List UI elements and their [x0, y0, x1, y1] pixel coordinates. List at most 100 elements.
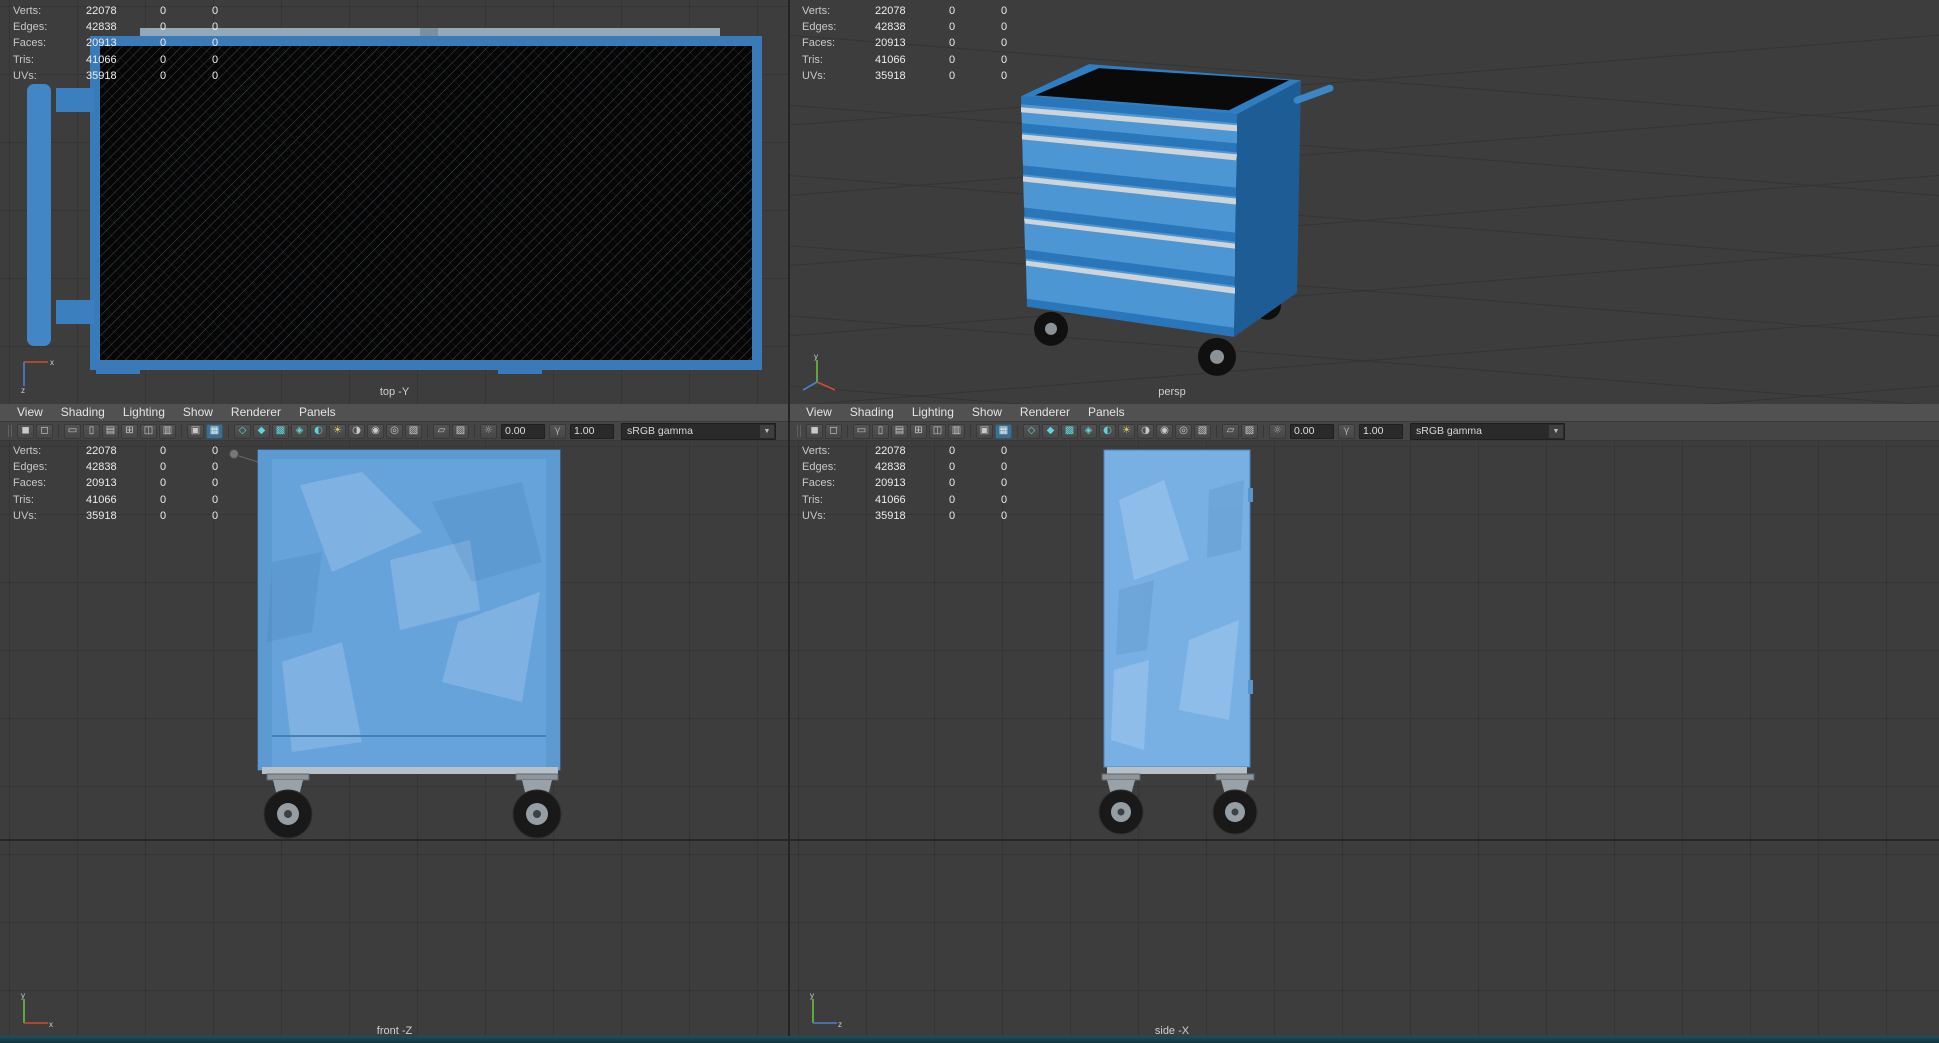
grid-toggle-icon[interactable]: ▦: [995, 423, 1012, 439]
motion-blur-icon[interactable]: ◎: [386, 423, 403, 439]
menu-renderer[interactable]: Renderer: [1011, 404, 1079, 421]
field-chart-icon[interactable]: ⊞: [910, 423, 927, 439]
menu-view[interactable]: View: [8, 404, 52, 421]
motion-blur-icon[interactable]: ◎: [1175, 423, 1192, 439]
exposure-field[interactable]: 0.00: [1290, 423, 1334, 439]
cart-tray-mat-cross: [100, 46, 752, 360]
grid-toggle-icon[interactable]: ▦: [206, 423, 223, 439]
wireframe-on-shaded-icon[interactable]: ◈: [1080, 423, 1097, 439]
bottom-strip: [0, 1036, 1939, 1043]
menu-panels[interactable]: Panels: [1079, 404, 1134, 421]
hud-value: 0: [949, 5, 956, 17]
colorspace-label: sRGB gamma: [1416, 425, 1482, 437]
menu-show[interactable]: Show: [174, 404, 222, 421]
hud-value: 20913: [86, 37, 117, 50]
tool-cart-persp[interactable]: [1021, 64, 1334, 376]
colorspace-dropdown[interactable]: sRGB gamma ▼: [1410, 422, 1565, 440]
menu-lighting[interactable]: Lighting: [903, 404, 963, 421]
maya-four-view-layout: Verts: 22078 0 0 Edges: 42838 0 0 Faces: 20913 0 0 T…: [0, 0, 1939, 1043]
shadows-icon[interactable]: ◑: [348, 423, 365, 439]
menu-view[interactable]: View: [797, 404, 841, 421]
xray-icon[interactable]: ▨: [1241, 423, 1258, 439]
toolbar-separator: [970, 424, 971, 438]
panel-toolbar: ◼ ◻ ▭ ▯ ▤ ⊞ ◫ ▥ ▣ ▦ ◇ ◆ ▩ ◈ ◐ ☀ ◑ ◉ ◎ ▧ ▱ ▨ ☼ 0.00 γ 1.00 sRGB gam…: [789, 422, 1939, 441]
menu-lighting[interactable]: Lighting: [114, 404, 174, 421]
isolate-select-icon[interactable]: ▱: [1222, 423, 1239, 439]
hud-label: Tris:: [802, 53, 823, 66]
lighting-all-icon[interactable]: ☀: [1118, 423, 1135, 439]
toolbar-grip[interactable]: [797, 425, 801, 437]
toolbar-grip[interactable]: [8, 425, 12, 437]
lock-camera-icon[interactable]: ◻: [36, 423, 53, 439]
shadows-icon[interactable]: ◑: [1137, 423, 1154, 439]
hud-label: UVs:: [13, 509, 37, 522]
material-override-icon[interactable]: ◐: [1099, 423, 1116, 439]
select-camera-icon[interactable]: ◼: [806, 423, 823, 439]
resolution-gate-icon[interactable]: ▯: [83, 423, 100, 439]
select-camera-icon[interactable]: ◼: [17, 423, 34, 439]
field-chart-icon[interactable]: ⊞: [121, 423, 138, 439]
viewport-front[interactable]: Verts: 22078 0 0 Edges: 42838 0 0 Faces: 20913 0 0 T…: [0, 440, 789, 1043]
xray-icon[interactable]: ▨: [452, 423, 469, 439]
film-gate-icon[interactable]: ▭: [64, 423, 81, 439]
shaded-mode-icon[interactable]: ◆: [1042, 423, 1059, 439]
gamma-icon[interactable]: γ: [549, 423, 566, 439]
menu-renderer[interactable]: Renderer: [222, 404, 290, 421]
hud-value: 41066: [875, 493, 906, 506]
heads-up-display-icon[interactable]: ▣: [976, 423, 993, 439]
safe-action-icon[interactable]: ◫: [929, 423, 946, 439]
menu-shading[interactable]: Shading: [841, 404, 903, 421]
isolate-select-icon[interactable]: ▱: [433, 423, 450, 439]
chevron-down-icon: ▼: [1549, 424, 1563, 438]
shaded-mode-icon[interactable]: ◆: [253, 423, 270, 439]
wireframe-on-shaded-icon[interactable]: ◈: [291, 423, 308, 439]
tool-cart-side-view[interactable]: [1098, 449, 1258, 835]
exposure-field[interactable]: 0.00: [501, 423, 545, 439]
lighting-all-icon[interactable]: ☀: [329, 423, 346, 439]
menu-panels[interactable]: Panels: [290, 404, 345, 421]
gamma-field[interactable]: 1.00: [570, 423, 614, 439]
safe-title-icon[interactable]: ▥: [948, 423, 965, 439]
anti-alias-icon[interactable]: ▧: [1194, 423, 1211, 439]
gamma-field[interactable]: 1.00: [1359, 423, 1403, 439]
viewport-persp[interactable]: Verts: 22078 0 0 Edges: 42838 0 0 Faces: 20913 0 0 T…: [789, 0, 1939, 404]
film-gate-icon[interactable]: ▭: [853, 423, 870, 439]
menu-shading[interactable]: Shading: [52, 404, 114, 421]
material-override-icon[interactable]: ◐: [310, 423, 327, 439]
hud-value: 0: [160, 477, 167, 490]
tool-cart-front-view[interactable]: [257, 449, 562, 839]
gate-mask-icon[interactable]: ▤: [891, 423, 908, 439]
viewport-top[interactable]: Verts: 22078 0 0 Edges: 42838 0 0 Faces: 20913 0 0 T…: [0, 0, 789, 404]
viewport-side[interactable]: Verts: 22078 0 0 Edges: 42838 0 0 Faces: 20913 0 0 T…: [789, 440, 1939, 1043]
textured-mode-icon[interactable]: ▩: [1061, 423, 1078, 439]
textured-mode-icon[interactable]: ▩: [272, 423, 289, 439]
anti-alias-icon[interactable]: ▧: [405, 423, 422, 439]
axis-gizmo: y z: [810, 991, 842, 1029]
exposure-icon[interactable]: ☼: [1269, 423, 1286, 439]
gamma-icon[interactable]: γ: [1338, 423, 1355, 439]
hud-value: 42838: [86, 461, 117, 474]
ambient-occlusion-icon[interactable]: ◉: [367, 423, 384, 439]
resolution-gate-icon[interactable]: ▯: [872, 423, 889, 439]
safe-action-icon[interactable]: ◫: [140, 423, 157, 439]
toolbar-separator: [474, 424, 475, 438]
svg-text:y: y: [810, 991, 814, 1000]
ambient-occlusion-icon[interactable]: ◉: [1156, 423, 1173, 439]
wireframe-mode-icon[interactable]: ◇: [1023, 423, 1040, 439]
lock-camera-icon[interactable]: ◻: [825, 423, 842, 439]
hud-value: 0: [160, 493, 167, 506]
panel-divider[interactable]: [788, 0, 790, 1043]
view-label: top -Y: [379, 386, 410, 398]
hud-value: 20913: [875, 477, 906, 490]
caster-tab-left: [96, 362, 140, 374]
menu-show[interactable]: Show: [963, 404, 1011, 421]
exposure-icon[interactable]: ☼: [480, 423, 497, 439]
toolbar-separator: [58, 424, 59, 438]
hud-row: UVs: 35918 0 0: [13, 508, 252, 524]
gate-mask-icon[interactable]: ▤: [102, 423, 119, 439]
colorspace-dropdown[interactable]: sRGB gamma ▼: [621, 422, 776, 440]
wireframe-mode-icon[interactable]: ◇: [234, 423, 251, 439]
safe-title-icon[interactable]: ▥: [159, 423, 176, 439]
heads-up-display-icon[interactable]: ▣: [187, 423, 204, 439]
hud-value: 0: [1001, 461, 1008, 474]
